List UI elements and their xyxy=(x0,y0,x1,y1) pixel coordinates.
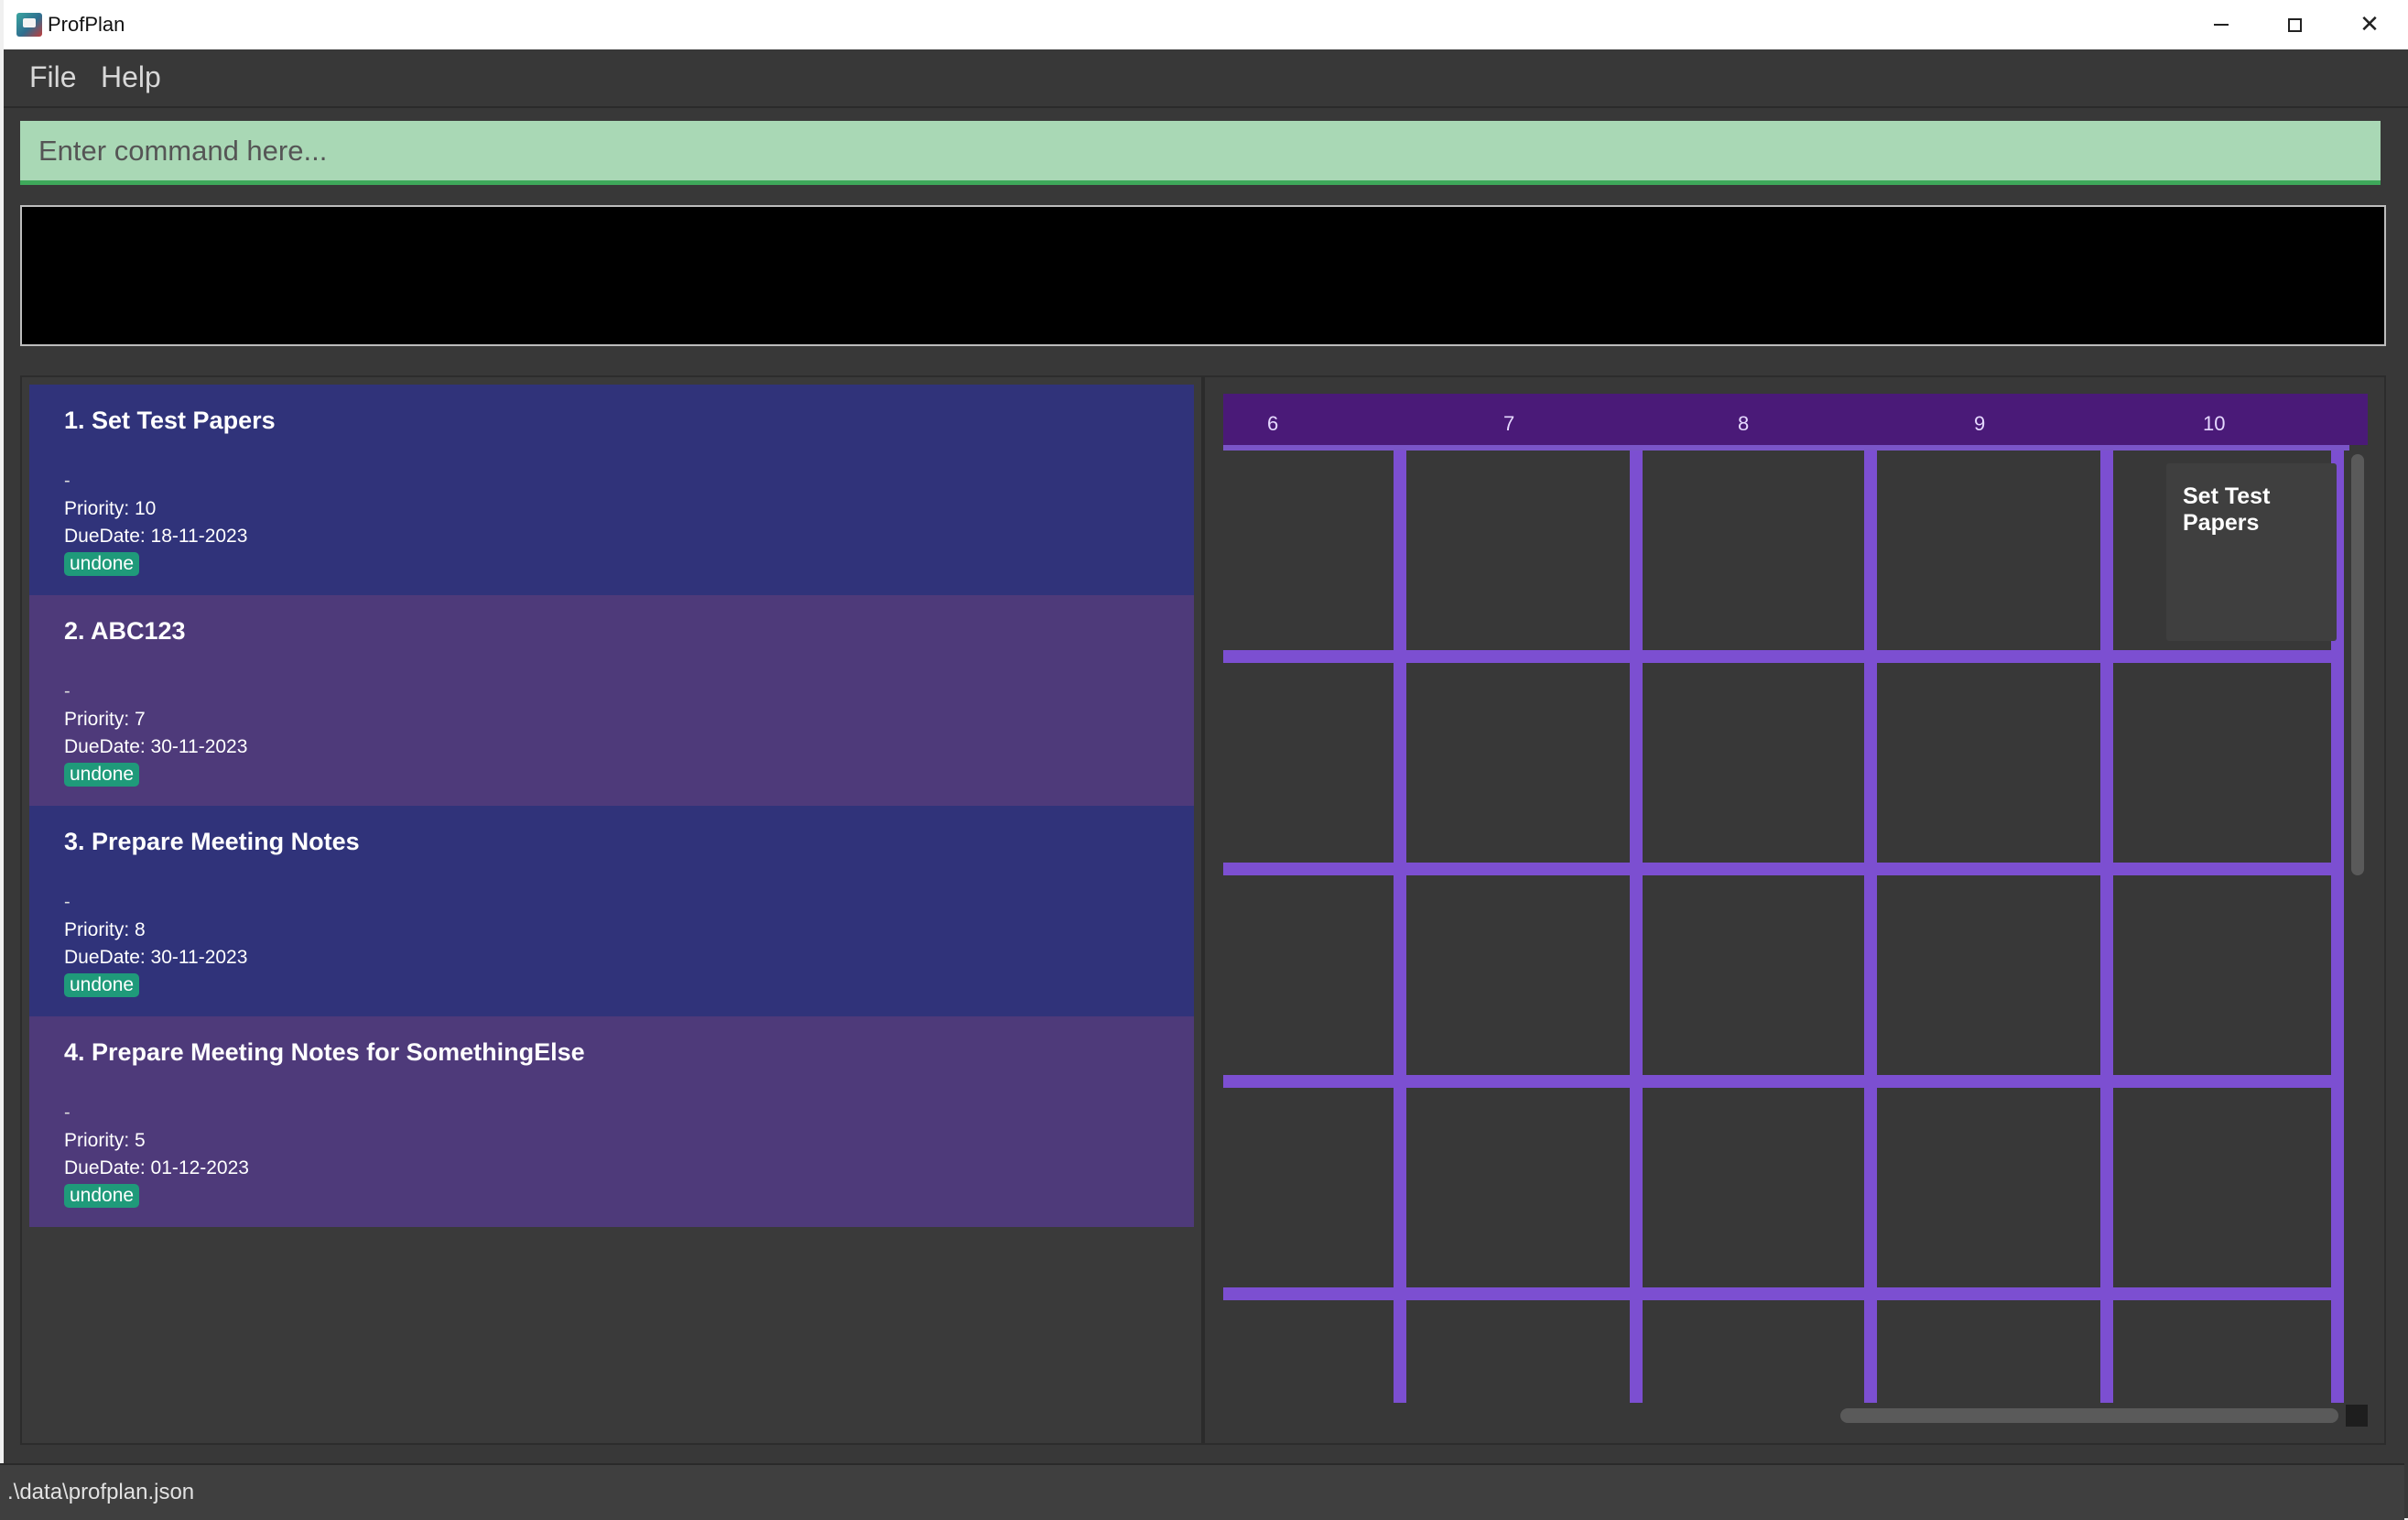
data-file-path: .\data\profplan.json xyxy=(7,1480,195,1504)
minimize-icon xyxy=(2214,24,2229,26)
close-icon: ✕ xyxy=(2359,11,2380,38)
menu-help[interactable]: Help xyxy=(101,60,161,94)
task-priority: Priority: 5 xyxy=(64,1130,146,1151)
task-priority: Priority: 7 xyxy=(64,709,146,730)
menu-file[interactable]: File xyxy=(29,60,77,94)
window-title: ProfPlan xyxy=(48,13,125,36)
task-description: - xyxy=(64,1102,71,1123)
task-card[interactable]: 4. Prepare Meeting Notes for SomethingEl… xyxy=(29,1016,1194,1227)
task-card[interactable]: 2. ABC123 - Priority: 7 DueDate: 30-11-2… xyxy=(29,595,1194,806)
grid-line xyxy=(1223,1075,2344,1088)
calendar-day-label: 10 xyxy=(2203,412,2226,435)
status-badge: undone xyxy=(64,1184,140,1208)
task-list[interactable]: 1. Set Test Papers - Priority: 10 DueDat… xyxy=(29,385,1194,1227)
menu-bar: File Help xyxy=(4,49,2408,108)
task-title: 1. Set Test Papers xyxy=(64,407,276,434)
status-badge: undone xyxy=(64,763,140,787)
result-display xyxy=(20,205,2386,346)
calendar-day-label: 9 xyxy=(1974,412,1986,435)
task-priority: Priority: 8 xyxy=(64,919,146,940)
grid-line xyxy=(2100,451,2113,1403)
task-due-date: DueDate: 01-12-2023 xyxy=(64,1157,249,1178)
calendar-grid[interactable]: Set Test Papers xyxy=(1223,451,2344,1403)
command-box xyxy=(20,121,2381,185)
horizontal-scrollbar[interactable] xyxy=(1840,1408,2338,1423)
task-title: 4. Prepare Meeting Notes for SomethingEl… xyxy=(64,1038,585,1066)
calendar-day-label: 6 xyxy=(1267,412,1279,435)
task-due-date: DueDate: 30-11-2023 xyxy=(64,736,248,757)
app-logo-icon xyxy=(16,13,42,37)
minimize-button[interactable] xyxy=(2185,0,2258,49)
task-due-date: DueDate: 18-11-2023 xyxy=(64,526,248,547)
task-due-date: DueDate: 30-11-2023 xyxy=(64,947,248,968)
scrollbar-corner xyxy=(2346,1405,2368,1427)
command-input[interactable] xyxy=(20,121,2381,180)
task-description: - xyxy=(64,681,71,701)
vertical-scrollbar[interactable] xyxy=(2351,454,2364,875)
grid-line xyxy=(1394,451,1406,1403)
grid-line xyxy=(1223,863,2344,875)
task-title: 2. ABC123 xyxy=(64,617,186,645)
grid-line xyxy=(1630,451,1643,1403)
close-button[interactable]: ✕ xyxy=(2333,0,2406,49)
status-bar: .\data\profplan.json xyxy=(0,1463,2404,1520)
status-badge: undone xyxy=(64,973,140,997)
calendar-header: 6 7 8 9 10 xyxy=(1223,394,2368,445)
calendar-event[interactable]: Set Test Papers xyxy=(2166,463,2337,641)
calendar-day-label: 7 xyxy=(1503,412,1515,435)
grid-line xyxy=(1223,650,2344,663)
task-card[interactable]: 1. Set Test Papers - Priority: 10 DueDat… xyxy=(29,385,1194,595)
maximize-button[interactable] xyxy=(2258,0,2331,49)
calendar-day-label: 8 xyxy=(1738,412,1750,435)
task-card[interactable]: 3. Prepare Meeting Notes - Priority: 8 D… xyxy=(29,806,1194,1016)
maximize-icon xyxy=(2287,17,2302,32)
task-description: - xyxy=(64,892,71,912)
title-bar: ProfPlan ✕ xyxy=(4,0,2408,49)
grid-line xyxy=(1864,451,1877,1403)
task-priority: Priority: 10 xyxy=(64,498,157,519)
grid-line xyxy=(1223,1287,2344,1300)
event-title: Set Test Papers xyxy=(2183,483,2271,536)
status-badge: undone xyxy=(64,552,140,576)
task-description: - xyxy=(64,471,71,491)
task-title: 3. Prepare Meeting Notes xyxy=(64,828,360,855)
